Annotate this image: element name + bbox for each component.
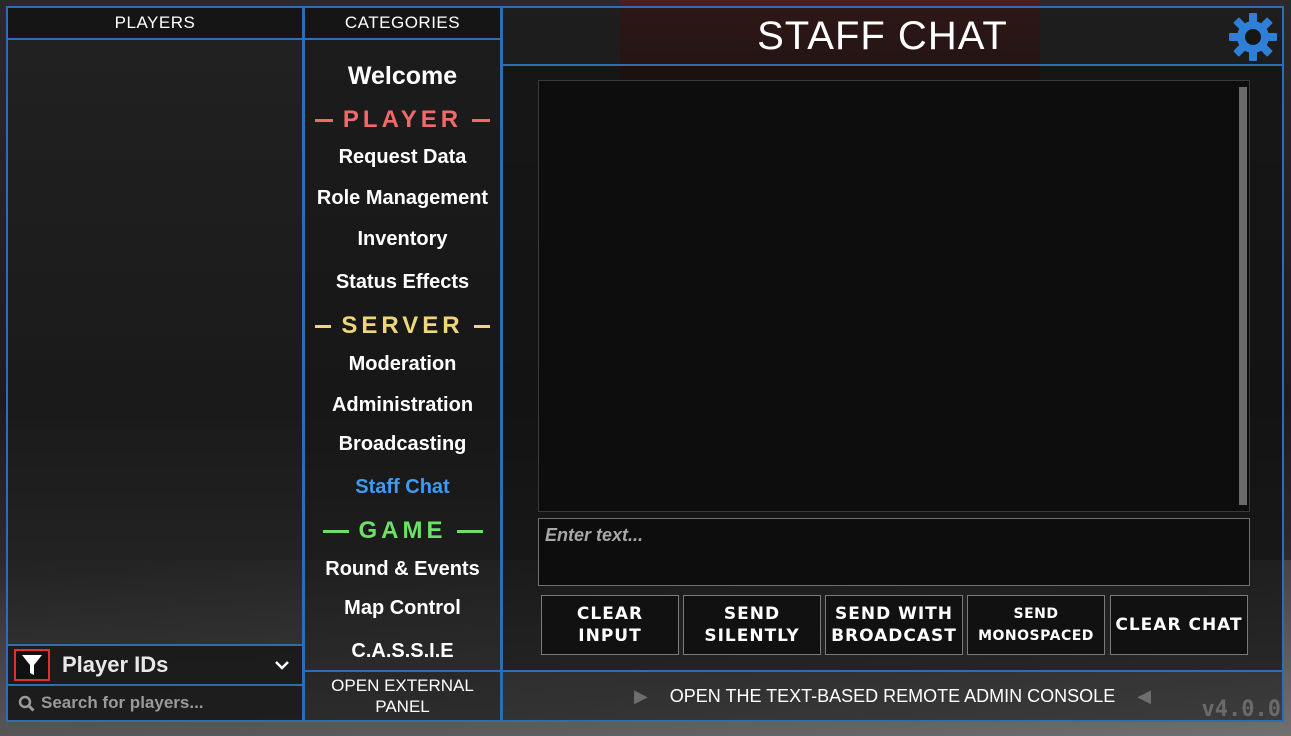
category-broadcasting[interactable]: Broadcasting	[305, 433, 500, 456]
open-external-panel-label: OPEN EXTERNAL PANEL	[331, 676, 474, 716]
filter-icon	[22, 655, 42, 675]
players-list[interactable]	[6, 38, 304, 646]
category-status-effects[interactable]: Status Effects	[305, 271, 500, 294]
section-player-label: PLAYER	[342, 106, 463, 133]
players-header-label: PLAYERS	[114, 13, 196, 32]
send-monospaced-button[interactable]: SEND MONOSPACED	[967, 595, 1105, 655]
filter-button[interactable]	[14, 649, 50, 681]
categories-header: CATEGORIES	[303, 6, 502, 40]
clear-input-button[interactable]: CLEAR INPUT	[541, 595, 679, 655]
category-cassie[interactable]: C.A.S.S.I.E	[305, 640, 500, 663]
category-round-events[interactable]: Round & Events	[305, 558, 500, 581]
chat-log[interactable]	[538, 80, 1250, 512]
categories-header-label: CATEGORIES	[344, 13, 461, 32]
section-server-label: SERVER	[341, 312, 464, 339]
chat-text-input[interactable]	[538, 518, 1250, 586]
section-server: SERVER	[305, 312, 500, 340]
gear-icon[interactable]	[1228, 12, 1278, 62]
open-console-button[interactable]: ▶ OPEN THE TEXT-BASED REMOTE ADMIN CONSO…	[501, 670, 1284, 722]
filter-select-label[interactable]: Player IDs	[62, 652, 274, 678]
player-search-row[interactable]	[6, 684, 304, 722]
open-external-panel-button[interactable]: OPEN EXTERNAL PANEL	[303, 670, 502, 722]
category-welcome[interactable]: Welcome	[305, 62, 500, 91]
category-role-management[interactable]: Role Management	[305, 187, 500, 210]
categories-list: Welcome PLAYER Request Data Role Managem…	[303, 38, 502, 672]
main-header: STAFF CHAT	[501, 6, 1284, 66]
category-request-data[interactable]: Request Data	[305, 146, 500, 169]
player-filter-row[interactable]: Player IDs	[6, 644, 304, 686]
category-staff-chat[interactable]: Staff Chat	[305, 476, 500, 499]
section-game: GAME	[305, 517, 500, 545]
category-inventory[interactable]: Inventory	[305, 228, 500, 251]
version-label: v4.0.0	[1201, 697, 1281, 722]
section-player: PLAYER	[305, 106, 500, 134]
section-game-label: GAME	[358, 517, 447, 544]
chat-log-scrollbar[interactable]	[1239, 87, 1247, 505]
triangle-right-icon: ▶	[633, 685, 648, 706]
category-moderation[interactable]: Moderation	[305, 353, 500, 376]
players-header: PLAYERS	[6, 6, 304, 40]
send-with-broadcast-button[interactable]: SEND WITH BROADCAST	[825, 595, 963, 655]
category-administration[interactable]: Administration	[305, 394, 500, 417]
category-map-control[interactable]: Map Control	[305, 597, 500, 620]
page-title: STAFF CHAT	[757, 13, 1008, 58]
player-search-input[interactable]	[41, 693, 291, 713]
open-console-label: OPEN THE TEXT-BASED REMOTE ADMIN CONSOLE	[669, 685, 1116, 706]
search-icon	[18, 695, 35, 712]
chevron-down-icon[interactable]	[274, 659, 290, 671]
triangle-left-icon: ◀	[1137, 685, 1152, 706]
clear-chat-button[interactable]: CLEAR CHAT	[1110, 595, 1248, 655]
send-silently-button[interactable]: SEND SILENTLY	[683, 595, 821, 655]
